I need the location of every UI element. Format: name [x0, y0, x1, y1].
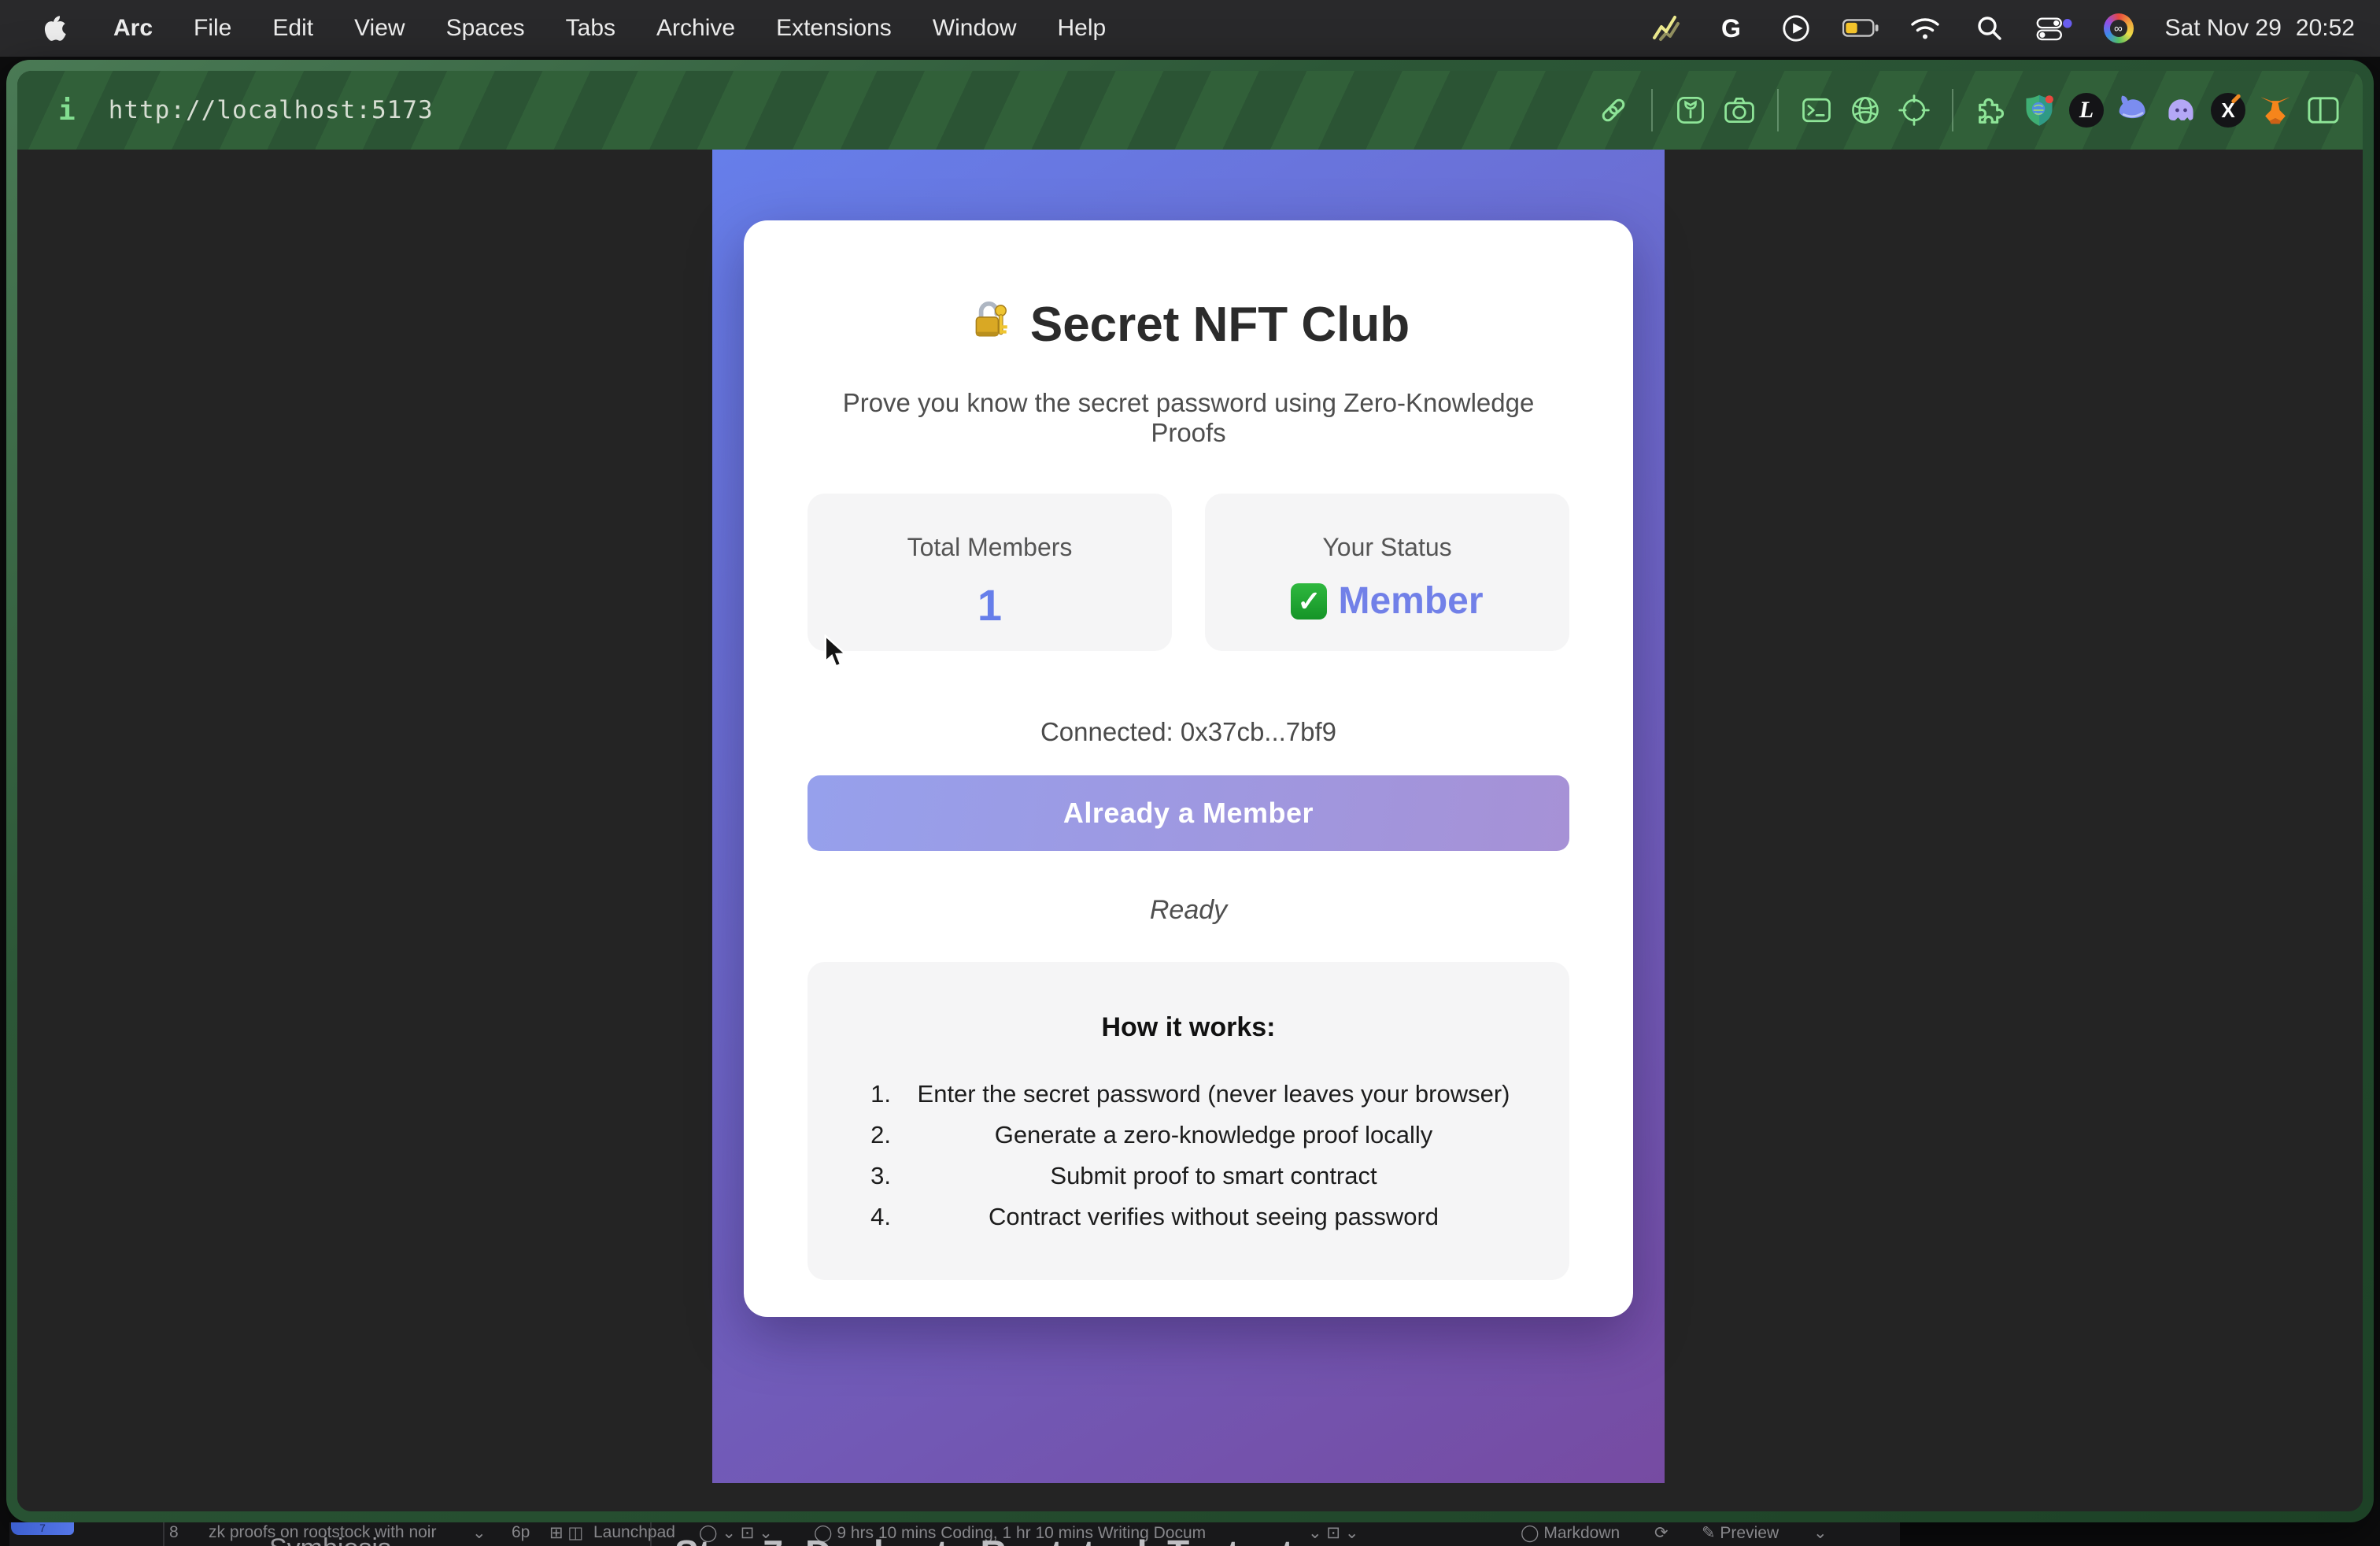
browser-toolbar: i http://localhost:5173 [17, 71, 2363, 150]
wifi-icon[interactable] [1907, 10, 1943, 46]
play-circle-icon[interactable] [1778, 10, 1814, 46]
adguard-shield-icon[interactable] [2021, 92, 2057, 128]
status-text: Ready [808, 895, 1569, 926]
secret-nft-club-card: Secret NFT Club Prove you know the secre… [744, 220, 1633, 1317]
bg-note-title[interactable]: Symbiosis [269, 1533, 391, 1546]
your-status-label: Your Status [1322, 533, 1451, 562]
extensions-puzzle-icon[interactable] [1972, 91, 2010, 129]
menu-spaces[interactable]: Spaces [446, 15, 525, 42]
control-center-icon[interactable] [2036, 10, 2072, 46]
arc-browser-window: i http://localhost:5173 [6, 60, 2374, 1522]
split-view-icon[interactable] [2304, 91, 2342, 129]
menu-archive[interactable]: Archive [656, 15, 735, 42]
background-window-blue-tab[interactable]: 7 [11, 1522, 74, 1535]
background-window-strip[interactable]: 7 8 zk proofs on rootstock with noir ⌄ 6… [9, 1522, 1900, 1546]
rabby-wallet-icon[interactable] [2116, 92, 2152, 128]
how-it-works-title: How it works: [845, 1012, 1532, 1043]
globe-icon[interactable] [1846, 91, 1884, 129]
bg-markdown-toggle[interactable]: ◯ Markdown [1521, 1523, 1620, 1543]
bg-fragment: 6p [512, 1523, 530, 1542]
link-icon[interactable] [1595, 91, 1632, 129]
how-step-3: 3. Submit proof to smart contract [845, 1156, 1532, 1196]
bg-fragment: ⌄ ⊡ ⌄ [1308, 1523, 1358, 1543]
member-status-value: Member [1338, 579, 1483, 623]
clock-time: 20:52 [2296, 15, 2355, 42]
total-members-label: Total Members [907, 533, 1073, 562]
spotlight-search-icon[interactable] [1972, 10, 2008, 46]
page-title-text: Secret NFT Club [1030, 297, 1410, 353]
menu-file[interactable]: File [194, 15, 231, 42]
how-step-2: 2. Generate a zero-knowledge proof local… [845, 1115, 1532, 1155]
menu-edit[interactable]: Edit [272, 15, 313, 42]
menu-help[interactable]: Help [1058, 15, 1107, 42]
menu-tabs[interactable]: Tabs [566, 15, 615, 42]
page-title: Secret NFT Club [808, 296, 1569, 353]
screen: Arc File Edit View Spaces Tabs Archive E… [0, 0, 2380, 1546]
mouse-cursor [822, 634, 849, 673]
macos-menu-bar: Arc File Edit View Spaces Tabs Archive E… [0, 0, 2380, 57]
total-members-box: Total Members 1 [808, 494, 1172, 651]
browser-viewport: Secret NFT Club Prove you know the secre… [17, 150, 2363, 1511]
toolbar-divider [1952, 89, 1953, 131]
menu-app-name[interactable]: Arc [113, 15, 153, 42]
page-subtitle: Prove you know the secret password using… [808, 388, 1569, 448]
camera-icon[interactable] [1720, 91, 1758, 129]
already-a-member-button[interactable]: Already a Member [808, 775, 1569, 851]
bg-fragment: Launchpad [593, 1523, 675, 1542]
loom-icon[interactable]: L [2068, 92, 2105, 128]
grammarly-icon[interactable]: G [1713, 10, 1750, 46]
bg-preview-toggle[interactable]: ✎ Preview [1702, 1523, 1779, 1543]
url-text[interactable]: http://localhost:5173 [109, 96, 434, 124]
bg-fragment: ⌄ [1813, 1523, 1828, 1543]
metamask-icon[interactable] [2257, 92, 2293, 128]
address-bar[interactable]: i http://localhost:5173 [17, 94, 434, 127]
menu-extensions[interactable]: Extensions [776, 15, 892, 42]
stocks-icon[interactable] [1649, 10, 1685, 46]
phantom-wallet-icon[interactable] [2163, 92, 2199, 128]
menu-view[interactable]: View [354, 15, 405, 42]
page-background-gradient: Secret NFT Club Prove you know the secre… [712, 150, 1665, 1483]
bg-fragment: 8 [169, 1523, 179, 1542]
bg-fragment: ⊞ ◫ [549, 1523, 583, 1543]
menu-clock[interactable]: Sat Nov 29 20:52 [2165, 15, 2356, 42]
check-mark-icon: ✓ [1291, 583, 1327, 620]
connected-address: Connected: 0x37cb...7bf9 [808, 717, 1569, 747]
terminal-icon[interactable] [1798, 91, 1835, 129]
apple-menu-icon[interactable] [36, 10, 72, 46]
bg-fragment: ⌄ [472, 1523, 486, 1543]
loop-ring-icon[interactable]: ∞ [2101, 10, 2137, 46]
lock-emoji-icon [967, 296, 1013, 353]
x-wallet-icon[interactable]: X [2210, 92, 2246, 128]
crosshair-icon[interactable] [1895, 91, 1933, 129]
how-step-1: 1. Enter the secret password (never leav… [845, 1074, 1532, 1114]
clock-date: Sat Nov 29 [2165, 15, 2282, 42]
your-status-box: Your Status ✓ Member [1205, 494, 1569, 651]
how-it-works-box: How it works: 1. Enter the secret passwo… [808, 962, 1569, 1280]
menu-window[interactable]: Window [933, 15, 1017, 42]
bg-fragment: ⟳ [1654, 1523, 1669, 1543]
bg-doc-heading: Step 7: Deploy to Rootstock Testnet [674, 1532, 1293, 1546]
pane-divider [163, 1522, 164, 1546]
total-members-value: 1 [978, 579, 1002, 631]
toolbar-divider [1777, 89, 1779, 131]
toolbar-divider [1651, 89, 1653, 131]
media-flower-icon[interactable] [1672, 91, 1709, 129]
how-step-4: 4. Contract verifies without seeing pass… [845, 1197, 1532, 1237]
site-info-icon[interactable]: i [58, 94, 76, 127]
battery-icon[interactable] [1842, 10, 1879, 46]
